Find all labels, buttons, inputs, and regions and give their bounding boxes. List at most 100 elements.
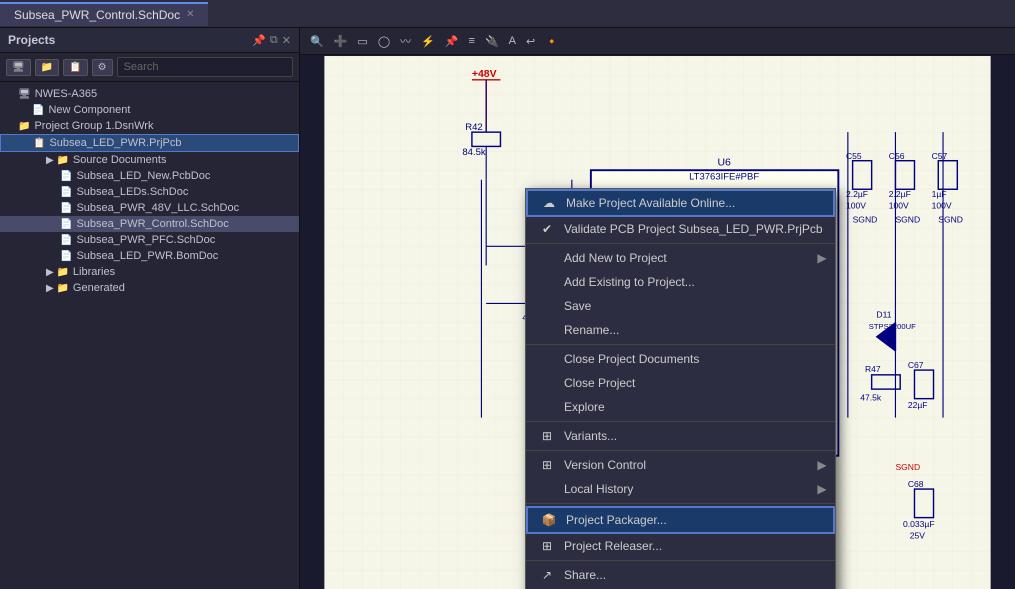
cm-icon-share: ↗ xyxy=(538,568,556,582)
tree-item-label-ledpcb: Subsea_LED_PWR.PrjPcb xyxy=(49,137,181,149)
tree-item-icon-grp1: 📁 xyxy=(18,121,30,132)
project-tree: 🖥 NWES-A365 📄New Component📁Project Group 1… xyxy=(0,82,299,589)
cm-icon-validate: ✔ xyxy=(538,222,556,236)
sch-add-btn[interactable]: ➕ xyxy=(330,33,352,50)
tree-item-nwes[interactable]: 🖥 NWES-A365 xyxy=(0,86,299,102)
cm-item-close-docs[interactable]: Close Project Documents xyxy=(526,347,835,371)
cm-item-share[interactable]: ↗Share... xyxy=(526,563,835,587)
cm-separator-sep4 xyxy=(526,450,835,451)
svg-text:22µF: 22µF xyxy=(908,400,928,410)
cm-item-add-new[interactable]: Add New to Project▶ xyxy=(526,246,835,270)
cm-arrow-local-history: ▶ xyxy=(817,482,826,496)
active-tab[interactable]: Subsea_PWR_Control.SchDoc ✕ xyxy=(0,2,208,26)
svg-text:C68: C68 xyxy=(908,479,924,489)
svg-text:R47: R47 xyxy=(865,364,881,374)
cm-label-explore: Explore xyxy=(564,400,605,414)
sch-text-btn[interactable]: A xyxy=(505,33,520,49)
toolbar-btn-2[interactable]: 📁 xyxy=(35,59,59,76)
tree-item-label-f5: Subsea_PWR_PFC.SchDoc xyxy=(76,234,215,246)
tree-item-label-f6: Subsea_LED_PWR.BomDoc xyxy=(76,250,218,262)
cm-label-add-new: Add New to Project xyxy=(564,251,667,265)
sch-comp-btn[interactable]: 🔌 xyxy=(481,33,503,50)
svg-text:SGND: SGND xyxy=(895,462,920,472)
svg-text:1µF: 1µF xyxy=(932,189,947,199)
toolbar-btn-3[interactable]: 📋 xyxy=(63,59,87,76)
tree-item-label-nwes: NWES-A365 xyxy=(35,88,97,100)
sidebar-header: Projects 📌 ⧉ ✕ xyxy=(0,28,299,53)
cm-separator-sep5 xyxy=(526,503,835,504)
cm-label-add-existing: Add Existing to Project... xyxy=(564,275,695,289)
tab-label: Subsea_PWR_Control.SchDoc xyxy=(14,8,180,22)
cm-item-close-proj[interactable]: Close Project xyxy=(526,371,835,395)
sch-power-btn[interactable]: ⚡ xyxy=(417,33,439,50)
svg-text:C56: C56 xyxy=(889,151,905,161)
cm-label-make-online: Make Project Available Online... xyxy=(566,196,735,210)
tree-item-label-f1: Subsea_LED_New.PcbDoc xyxy=(76,170,210,182)
tree-item-srcdocs[interactable]: ▶ 📁Source Documents xyxy=(0,152,299,168)
svg-text:D11: D11 xyxy=(876,310,891,320)
cm-label-validate: Validate PCB Project Subsea_LED_PWR.PrjP… xyxy=(564,222,823,236)
tree-item-f2[interactable]: 📄Subsea_LEDs.SchDoc xyxy=(0,184,299,200)
cm-separator-sep1 xyxy=(526,243,835,244)
tree-item-f6[interactable]: 📄Subsea_LED_PWR.BomDoc xyxy=(0,248,299,264)
cm-item-make-online[interactable]: ☁ Make Project Available Online... xyxy=(526,189,835,217)
tree-item-f5[interactable]: 📄Subsea_PWR_PFC.SchDoc xyxy=(0,232,299,248)
cm-item-packager[interactable]: 📦Project Packager... xyxy=(526,506,835,534)
sidebar-icon-group: 📌 ⧉ ✕ xyxy=(252,34,291,47)
tree-item-grp1[interactable]: 📁Project Group 1.DsnWrk xyxy=(0,118,299,134)
svg-text:LT3763IFE#PBF: LT3763IFE#PBF xyxy=(689,172,759,183)
top-bar: Subsea_PWR_Control.SchDoc ✕ xyxy=(0,0,1015,28)
svg-text:25V: 25V xyxy=(910,531,926,541)
tree-item-newcomp[interactable]: 📄New Component xyxy=(0,102,299,118)
cm-separator-sep3 xyxy=(526,421,835,422)
sch-wire-btn[interactable]: 〰 xyxy=(396,31,415,51)
sch-circle-btn[interactable]: ◯ xyxy=(374,33,394,50)
cm-label-releaser: Project Releaser... xyxy=(564,539,662,553)
toolbar-btn-1[interactable]: 🖥 xyxy=(6,59,31,76)
cm-item-save[interactable]: Save xyxy=(526,294,835,318)
tree-item-icon-libs: ▶ 📁 xyxy=(46,267,69,278)
svg-text:100V: 100V xyxy=(932,200,952,210)
close-sidebar-icon[interactable]: ✕ xyxy=(282,34,291,47)
cm-item-explore[interactable]: Explore xyxy=(526,395,835,419)
sch-pin-btn[interactable]: 📌 xyxy=(441,33,463,50)
tree-item-libs[interactable]: ▶ 📁Libraries xyxy=(0,264,299,280)
float-icon[interactable]: ⧉ xyxy=(270,34,278,47)
cm-label-rename: Rename... xyxy=(564,323,619,337)
tree-item-f3[interactable]: 📄Subsea_PWR_48V_LLC.SchDoc xyxy=(0,200,299,216)
sch-line-btn[interactable]: ≡ xyxy=(465,33,479,49)
cm-icon-variants: ⊞ xyxy=(538,429,556,443)
search-input[interactable] xyxy=(117,57,293,77)
pin-icon[interactable]: 📌 xyxy=(252,34,266,47)
tree-item-icon-newcomp: 📄 xyxy=(32,105,44,116)
svg-text:SGND: SGND xyxy=(895,215,920,225)
cm-icon-packager: 📦 xyxy=(540,513,558,527)
tree-item-label-f4: Subsea_PWR_Control.SchDoc xyxy=(76,218,228,230)
svg-text:100V: 100V xyxy=(889,200,909,210)
cm-item-rename[interactable]: Rename... xyxy=(526,318,835,342)
cm-item-version-control[interactable]: ⊞Version Control▶ xyxy=(526,453,835,477)
cm-icon-make-online: ☁ xyxy=(540,196,558,210)
toolbar-btn-4[interactable]: ⚙ xyxy=(92,59,113,76)
sch-highlight-btn[interactable]: 🔸 xyxy=(541,33,563,50)
cm-item-releaser[interactable]: ⊞Project Releaser... xyxy=(526,534,835,558)
sch-undo-btn[interactable]: ↩ xyxy=(522,33,539,50)
sch-rect-btn[interactable]: ▭ xyxy=(353,33,371,50)
tree-item-icon-f3: 📄 xyxy=(60,203,72,214)
cm-item-add-existing[interactable]: Add Existing to Project... xyxy=(526,270,835,294)
tree-item-f1[interactable]: 📄Subsea_LED_New.PcbDoc xyxy=(0,168,299,184)
sch-filter-btn[interactable]: 🔍 xyxy=(306,33,328,50)
schematic-area: 🔍 ➕ ▭ ◯ 〰 ⚡ 📌 ≡ 🔌 A ↩ 🔸 xyxy=(300,28,1015,589)
svg-text:+48V: +48V xyxy=(472,69,497,80)
tree-item-icon-nwes: 🖥 xyxy=(18,89,31,100)
cm-item-local-history[interactable]: Local History▶ xyxy=(526,477,835,501)
cm-label-version-control: Version Control xyxy=(564,458,646,472)
tree-item-f4[interactable]: 📄Subsea_PWR_Control.SchDoc xyxy=(0,216,299,232)
cm-label-variants: Variants... xyxy=(564,429,617,443)
cm-item-variants[interactable]: ⊞ Variants... xyxy=(526,424,835,448)
tree-item-ledpcb[interactable]: 📋Subsea_LED_PWR.PrjPcb xyxy=(0,134,299,152)
cm-item-validate[interactable]: ✔ Validate PCB Project Subsea_LED_PWR.Prj… xyxy=(526,217,835,241)
cm-separator-sep2 xyxy=(526,344,835,345)
tree-item-gen[interactable]: ▶ 📁Generated xyxy=(0,280,299,296)
tab-close-button[interactable]: ✕ xyxy=(186,9,194,20)
